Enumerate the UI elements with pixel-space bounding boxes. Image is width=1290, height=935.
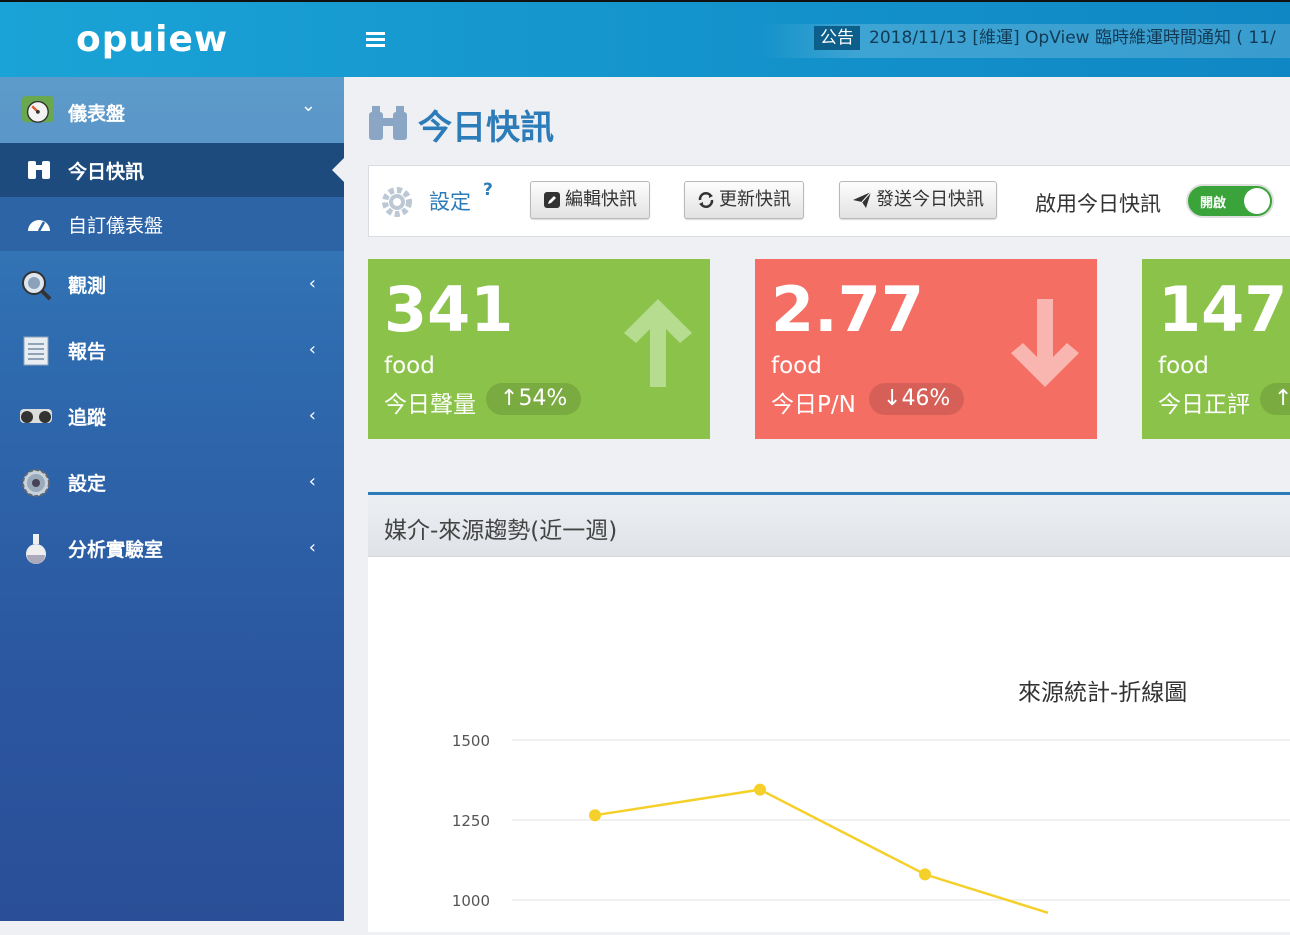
stat-change-badge: ↑ [1260,383,1290,415]
help-icon[interactable]: ? [483,180,493,200]
sidebar-subitem-custom-dashboard[interactable]: 自訂儀表盤 [0,197,344,251]
y-tick-label: 1250 [452,812,490,830]
sidebar-item-settings[interactable]: 設定 ‹ [0,455,344,511]
menu-toggle-icon[interactable] [366,32,385,48]
gear-icon [22,469,50,497]
binoculars-icon [28,161,50,179]
chevron-left-icon: ‹ [308,273,316,294]
chevron-down-icon: ⌄ [300,95,316,116]
stat-card-positive[interactable]: 147 food 今日正評 ↑ [1142,259,1290,439]
sidebar-item-track-label: 追蹤 [68,407,107,429]
flask-icon [26,534,46,564]
chevron-left-icon: ‹ [308,537,316,558]
binoculars-icon [369,106,407,140]
gear-icon [382,187,412,217]
toggle-knob [1244,188,1270,214]
edit-icon [544,192,560,208]
sidebar-item-track[interactable]: 追蹤 ‹ [0,389,344,445]
sidebar-item-dashboard[interactable]: 儀表盤 ⌄ [0,77,344,143]
page-title-text: 今日快訊 [418,108,554,148]
dashboard-gauge-icon [21,95,54,123]
settings-link[interactable]: 設定 [429,186,471,216]
media-source-trend-panel: 媒介-來源趨勢(近一週) 來源統計-折線圖 1000 1250 1500 [368,492,1290,932]
announcement-badge: 公告 [814,26,860,50]
data-point[interactable] [589,809,601,822]
sidebar-subitem-custom-dashboard-label: 自訂儀表盤 [68,215,164,237]
chevron-left-icon: ‹ [308,471,316,492]
refresh-icon [698,192,714,208]
stat-value: 2.77 [771,273,924,346]
sidebar-item-observe-label: 觀測 [68,275,107,297]
data-point[interactable] [919,868,931,881]
y-tick-label: 1500 [452,732,490,750]
stat-keyword: food [1158,353,1209,379]
send-icon [853,191,872,208]
arrow-up-icon [624,299,692,387]
binoculars-icon [20,409,52,423]
stat-label: 今日P/N [771,392,856,418]
toolbar: 設定 ? 編輯快訊 更新快訊 發送今日快訊 啟用今日快訊 開啟 [368,165,1290,237]
sidebar-subitem-today-news-label: 今日快訊 [68,161,145,183]
toggle-state-label: 開啟 [1200,196,1227,211]
stat-keyword: food [384,353,435,379]
sidebar-item-observe[interactable]: 觀測 ‹ [0,257,344,313]
stat-value: 341 [384,273,514,346]
stat-change-badge: ↓46% [869,383,965,415]
opview-logo[interactable]: opuiew [76,19,228,60]
refresh-news-label: 更新快訊 [719,189,791,210]
stat-label: 今日正評 [1158,392,1250,418]
sidebar-subitem-today-news[interactable]: 今日快訊 [0,143,344,197]
sidebar-item-report-label: 報告 [68,341,107,363]
magnifier-icon [22,271,52,301]
stat-change-value: 46% [901,386,951,411]
stat-card-pn-ratio[interactable]: 2.77 food 今日P/N ↓46% [755,259,1097,439]
stat-label: 今日聲量 [384,392,476,418]
stat-change-value: 54% [518,386,568,411]
stat-keyword: food [771,353,822,379]
y-tick-label: 1000 [452,892,490,910]
sidebar-item-report[interactable]: 報告 ‹ [0,323,344,379]
tachometer-icon [28,220,50,232]
chevron-left-icon: ‹ [308,405,316,426]
stat-value: 147 [1158,273,1288,346]
sidebar-item-analysis-lab[interactable]: 分析實驗室 ‹ [0,521,344,577]
arrow-down-icon [1011,299,1079,387]
line-chart: 1000 1250 1500 [452,732,1290,914]
sidebar-item-settings-label: 設定 [68,473,107,495]
edit-news-button[interactable]: 編輯快訊 [530,181,650,219]
refresh-news-button[interactable]: 更新快訊 [684,181,804,219]
sidebar-item-analysis-lab-label: 分析實驗室 [68,539,164,561]
report-icon [23,336,49,366]
announcement-text[interactable]: 2018/11/13 [維運] OpView 臨時維運時間通知 ( 11/ [869,26,1276,50]
arrow-up-small-icon: ↑ [1274,386,1290,411]
edit-news-label: 編輯快訊 [565,189,637,210]
enable-news-toggle[interactable]: 開啟 [1186,184,1274,218]
send-news-button[interactable]: 發送今日快訊 [839,181,997,219]
arrow-down-small-icon: ↓ [883,386,902,411]
arrow-up-small-icon: ↑ [500,386,519,411]
enable-news-label: 啟用今日快訊 [1035,192,1161,216]
sidebar-item-dashboard-label: 儀表盤 [68,103,126,125]
active-indicator [332,158,344,182]
stat-card-volume[interactable]: 341 food 今日聲量 ↑54% [368,259,710,439]
data-point[interactable] [754,783,766,796]
series-line [594,788,1049,914]
sidebar: 儀表盤 ⌄ 今日快訊 自訂儀表盤 觀測 ‹ 報告 ‹ 追蹤 ‹ 設定 ‹ 分析實… [0,77,344,921]
send-news-label: 發送今日快訊 [876,189,984,210]
chevron-left-icon: ‹ [308,339,316,360]
stat-change-badge: ↑54% [486,383,582,415]
